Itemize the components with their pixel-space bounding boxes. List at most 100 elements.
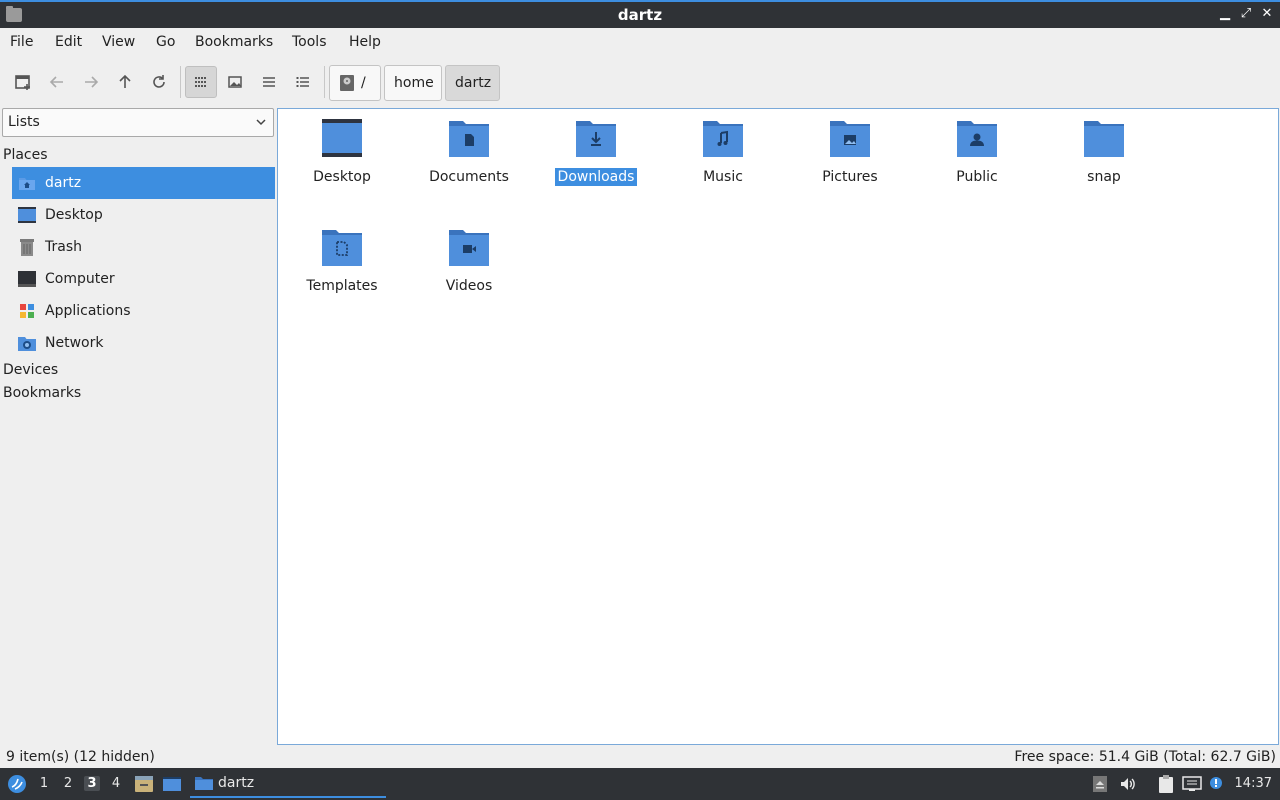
- toolbar-separator: [324, 66, 325, 98]
- network-tray-button[interactable]: [1182, 774, 1202, 794]
- up-button[interactable]: [109, 66, 141, 98]
- icon-view-icon: [195, 77, 206, 87]
- menu-view[interactable]: View: [102, 34, 135, 50]
- thumbnail-view-button[interactable]: [219, 66, 251, 98]
- file-item-label: Downloads: [554, 168, 638, 186]
- sidebar-item-label: Desktop: [45, 207, 103, 223]
- show-desktop-button[interactable]: [162, 774, 182, 794]
- window-title: dartz: [617, 6, 663, 24]
- menubar: File Edit View Go Bookmarks Tools Help: [0, 28, 1280, 56]
- sidebar-item-applications[interactable]: Applications: [12, 295, 275, 327]
- breadcrumb-home-label: home: [394, 75, 434, 91]
- eject-tray-button[interactable]: [1090, 774, 1110, 794]
- status-bar: 9 item(s) (12 hidden) Free space: 51.4 G…: [0, 747, 1280, 768]
- network-status-icon: [1182, 776, 1202, 791]
- templates-folder-icon: [321, 226, 363, 268]
- sidebar-item-label: Computer: [45, 271, 115, 287]
- videos-folder-icon: [448, 226, 490, 268]
- new-tab-icon: [15, 75, 30, 90]
- window-titlebar: dartz ▁ ⤢ ✕: [0, 0, 1280, 28]
- file-item-public[interactable]: Public: [922, 117, 1032, 217]
- minimize-button[interactable]: ▁: [1217, 6, 1233, 22]
- task-label: dartz: [218, 775, 255, 791]
- toolbar-separator: [180, 66, 181, 98]
- file-item-label: Templates: [306, 278, 378, 294]
- file-item-pictures[interactable]: Pictures: [795, 117, 905, 217]
- thumbnail-view-icon: [228, 76, 242, 88]
- back-button[interactable]: [41, 66, 73, 98]
- file-manager-launcher[interactable]: [134, 774, 154, 794]
- detailed-list-button[interactable]: [287, 66, 319, 98]
- reload-button[interactable]: [143, 66, 175, 98]
- forward-button[interactable]: [75, 66, 107, 98]
- documents-folder-icon: [448, 117, 490, 159]
- devices-header[interactable]: Devices: [3, 362, 58, 378]
- sidebar-mode-select[interactable]: Lists: [2, 108, 274, 137]
- sidebar-item-label: Network: [45, 335, 104, 351]
- file-item-desktop[interactable]: Desktop: [287, 117, 397, 217]
- sidebar-mode-value: Lists: [8, 114, 40, 130]
- compact-view-icon: [263, 77, 275, 87]
- breadcrumb-root-label: /: [361, 75, 366, 91]
- workspace-4[interactable]: 4: [108, 776, 124, 791]
- clipboard-button[interactable]: [1156, 774, 1176, 794]
- menu-help[interactable]: Help: [349, 34, 381, 50]
- sidebar-item-computer[interactable]: Computer: [12, 263, 275, 295]
- places-header[interactable]: Places: [3, 147, 48, 163]
- show-desktop-icon: [163, 777, 181, 791]
- file-item-label: Music: [703, 169, 743, 185]
- menu-bookmarks[interactable]: Bookmarks: [195, 34, 273, 50]
- public-folder-icon: [956, 117, 998, 159]
- file-item-videos[interactable]: Videos: [414, 226, 524, 326]
- trash-icon: [17, 237, 37, 257]
- sidebar-item-label: Applications: [45, 303, 131, 319]
- sidebar-item-desktop[interactable]: Desktop: [12, 199, 275, 231]
- eject-icon: [1093, 776, 1107, 792]
- network-icon: [17, 333, 37, 353]
- workspace-3[interactable]: 3: [84, 776, 100, 791]
- file-item-snap[interactable]: snap: [1049, 117, 1159, 217]
- file-item-music[interactable]: Music: [668, 117, 778, 217]
- sidebar: Lists Places dartz Desktop Trash Compute…: [0, 108, 276, 746]
- toolbar: / home dartz: [0, 58, 1280, 106]
- icon-view-button[interactable]: [185, 66, 217, 98]
- new-tab-button[interactable]: [7, 66, 39, 98]
- file-item-label: Videos: [445, 278, 493, 294]
- file-item-documents[interactable]: Documents: [414, 117, 524, 217]
- free-space: Free space: 51.4 GiB (Total: 62.7 GiB): [1014, 749, 1276, 765]
- maximize-button[interactable]: ⤢: [1238, 6, 1254, 22]
- sidebar-item-trash[interactable]: Trash: [12, 231, 275, 263]
- compact-view-button[interactable]: [253, 66, 285, 98]
- file-item-downloads[interactable]: Downloads: [541, 117, 651, 217]
- bookmarks-header[interactable]: Bookmarks: [3, 385, 81, 401]
- downloads-folder-icon: [575, 117, 617, 159]
- file-item-templates[interactable]: Templates: [287, 226, 397, 326]
- taskbar-window-dartz[interactable]: dartz: [190, 770, 386, 798]
- workspace-1[interactable]: 1: [36, 776, 52, 791]
- file-item-label: Pictures: [822, 169, 878, 185]
- workspace-2[interactable]: 2: [60, 776, 76, 791]
- menu-tools[interactable]: Tools: [292, 34, 327, 50]
- drive-icon: [340, 75, 354, 91]
- taskbar: 1 2 3 4 dartz 14:37: [0, 768, 1280, 800]
- menu-file[interactable]: File: [10, 34, 33, 50]
- breadcrumb-dartz[interactable]: dartz: [445, 65, 500, 101]
- breadcrumb-home[interactable]: home: [384, 65, 442, 101]
- clock[interactable]: 14:37: [1235, 776, 1272, 791]
- menu-go[interactable]: Go: [156, 34, 175, 50]
- start-menu-button[interactable]: [6, 773, 28, 795]
- update-notifier-button[interactable]: [1206, 774, 1226, 794]
- menu-edit[interactable]: Edit: [55, 34, 82, 50]
- breadcrumb-root[interactable]: /: [329, 65, 381, 101]
- sidebar-item-network[interactable]: Network: [12, 327, 275, 359]
- file-view[interactable]: Desktop Documents Downloads Music Pictur…: [277, 108, 1279, 745]
- applications-icon: [17, 301, 37, 321]
- computer-icon: [17, 269, 37, 289]
- volume-button[interactable]: [1118, 774, 1138, 794]
- detailed-list-icon: [296, 77, 309, 87]
- music-folder-icon: [702, 117, 744, 159]
- file-item-label: snap: [1087, 169, 1121, 185]
- lubuntu-logo-icon: [8, 775, 26, 793]
- close-button[interactable]: ✕: [1259, 6, 1275, 22]
- sidebar-item-dartz[interactable]: dartz: [12, 167, 275, 199]
